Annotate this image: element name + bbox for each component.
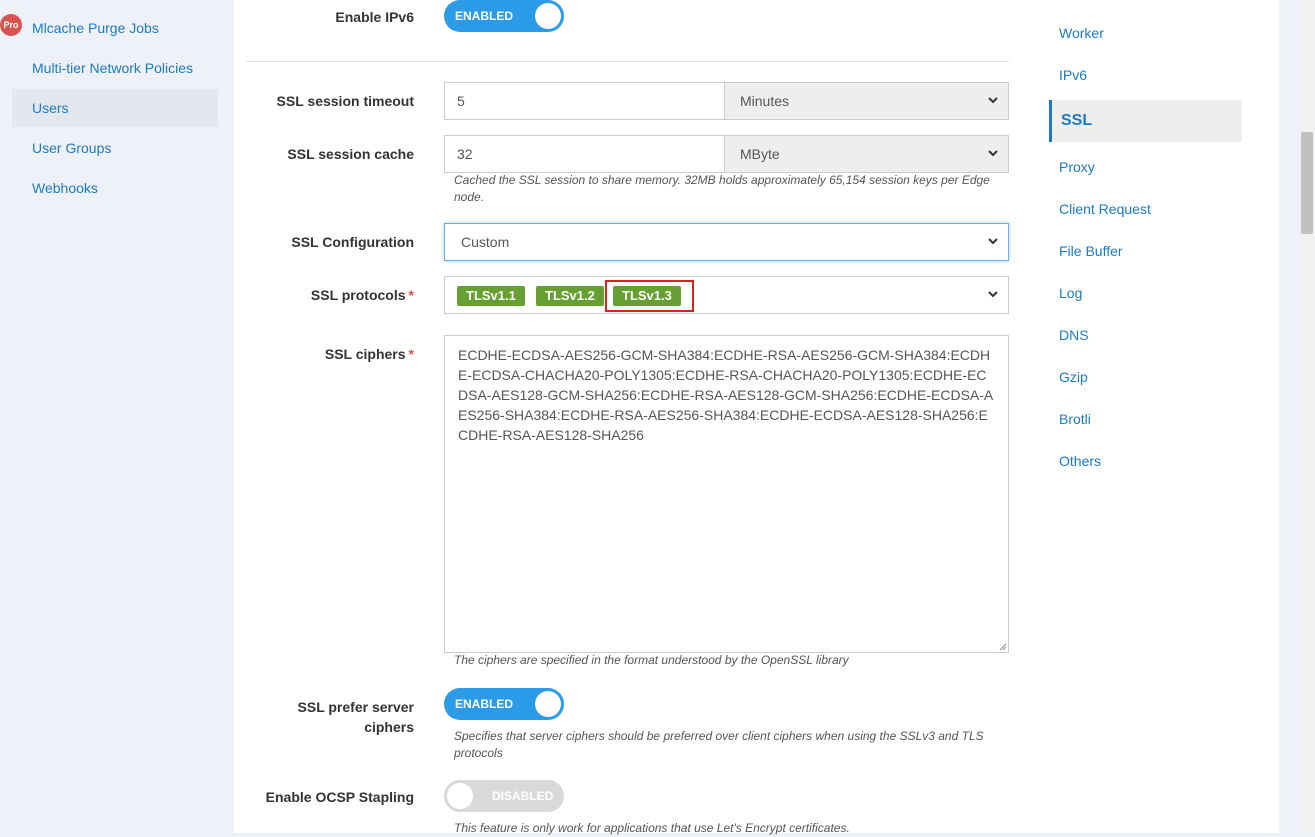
prefer-server-help: Specifies that server ciphers should be … <box>454 728 984 762</box>
ipv6-toggle-text: ENABLED <box>455 9 514 23</box>
sidebar-item-multi-tier-network-policies[interactable]: Multi-tier Network Policies <box>12 49 218 87</box>
ipv6-toggle[interactable]: ENABLED <box>444 0 564 32</box>
nav-item-client-request[interactable]: Client Request <box>1049 188 1242 230</box>
ssl-config-label: SSL Configuration <box>291 234 414 250</box>
right-gutter <box>1279 0 1299 833</box>
session-cache-input[interactable]: 32 <box>444 135 725 173</box>
ipv6-label: Enable IPv6 <box>335 9 414 25</box>
session-cache-help-line1: Cached the SSL session to share memory. … <box>454 173 990 187</box>
prefer-server-toggle-text: ENABLED <box>455 697 514 711</box>
protocol-tag-tlsv1-2[interactable]: TLSv1.2 <box>536 286 604 306</box>
chevron-down-icon <box>988 277 998 298</box>
nav-item-ipv6[interactable]: IPv6 <box>1049 54 1242 96</box>
ocsp-toggle[interactable]: DISABLED <box>444 780 564 812</box>
session-timeout-unit-value: Minutes <box>740 93 790 109</box>
scrollbar-thumb[interactable] <box>1301 132 1313 234</box>
nav-item-brotli[interactable]: Brotli <box>1049 398 1242 440</box>
protocol-tag-tlsv1-1[interactable]: TLSv1.1 <box>457 286 525 306</box>
nav-item-proxy[interactable]: Proxy <box>1049 146 1242 188</box>
ssl-ciphers-label-text: SSL ciphers <box>324 346 406 362</box>
prefer-server-label-line2: ciphers <box>364 719 414 735</box>
required-mark: * <box>408 346 414 362</box>
section-nav: Worker IPv6 SSL Proxy Client Request Fil… <box>1049 0 1279 833</box>
sidebar-item-webhooks[interactable]: Webhooks <box>12 169 218 207</box>
ssl-protocols-multiselect[interactable]: TLSv1.1 TLSv1.2 TLSv1.3 <box>444 276 1009 314</box>
ssl-ciphers-value: ECDHE-ECDSA-AES256-GCM-SHA384:ECDHE-RSA-… <box>458 347 994 443</box>
ssl-ciphers-textarea[interactable]: ECDHE-ECDSA-AES256-GCM-SHA384:ECDHE-RSA-… <box>444 335 1009 653</box>
session-timeout-unit-select[interactable]: Minutes <box>725 82 1009 120</box>
ssl-protocols-label: SSL protocols * <box>234 287 414 303</box>
nav-item-worker[interactable]: Worker <box>1049 12 1242 54</box>
ssl-protocols-label-text: SSL protocols <box>310 287 406 303</box>
ocsp-label: Enable OCSP Stapling <box>265 789 414 805</box>
session-timeout-label: SSL session timeout <box>276 93 414 109</box>
nav-item-log[interactable]: Log <box>1049 272 1242 314</box>
toggle-knob <box>535 3 561 29</box>
prefer-server-help-line1: Specifies that server ciphers should be … <box>454 729 984 743</box>
session-cache-help-line2: node. <box>454 190 485 204</box>
session-timeout-input[interactable]: 5 <box>444 82 725 120</box>
ssl-ciphers-help: The ciphers are specified in the format … <box>454 653 849 667</box>
sidebar-item-users[interactable]: Users <box>12 89 218 127</box>
ssl-ciphers-label: SSL ciphers * <box>234 346 414 362</box>
resize-handle-icon[interactable] <box>999 643 1007 651</box>
toggle-knob <box>447 783 473 809</box>
session-cache-unit-value: MByte <box>740 146 780 162</box>
session-cache-label: SSL session cache <box>287 146 414 162</box>
ssl-config-select[interactable]: Custom <box>444 223 1009 261</box>
nav-item-gzip[interactable]: Gzip <box>1049 356 1242 398</box>
ocsp-toggle-text: DISABLED <box>492 789 554 803</box>
nav-item-file-buffer[interactable]: File Buffer <box>1049 230 1242 272</box>
nav-item-dns[interactable]: DNS <box>1049 314 1242 356</box>
page-scrollbar[interactable] <box>1299 0 1315 833</box>
session-cache-unit-select[interactable]: MByte <box>725 135 1009 173</box>
sidebar-item-user-groups[interactable]: User Groups <box>12 129 218 167</box>
prefer-server-help-line2: protocols <box>454 746 503 760</box>
nav-item-ssl[interactable]: SSL <box>1049 100 1242 142</box>
sidebar-item-mlcache-purge-jobs[interactable]: Mlcache Purge Jobs <box>12 9 218 47</box>
prefer-server-toggle[interactable]: ENABLED <box>444 688 564 720</box>
chevron-down-icon <box>988 136 998 157</box>
left-sidebar: Pro Mlcache Purge Jobs Multi-tier Networ… <box>0 0 234 833</box>
session-cache-help: Cached the SSL session to share memory. … <box>454 172 990 206</box>
highlight-box <box>605 280 694 312</box>
prefer-server-label: SSL prefer server ciphers <box>234 697 414 737</box>
prefer-server-label-line1: SSL prefer server <box>297 699 414 715</box>
chevron-down-icon <box>988 224 998 245</box>
section-divider <box>246 61 1009 62</box>
toggle-knob <box>535 691 561 717</box>
nav-item-others[interactable]: Others <box>1049 440 1242 482</box>
required-mark: * <box>408 287 414 303</box>
chevron-down-icon <box>988 83 998 104</box>
ssl-config-value: Custom <box>461 234 510 250</box>
ocsp-help: This feature is only work for applicatio… <box>454 821 850 835</box>
